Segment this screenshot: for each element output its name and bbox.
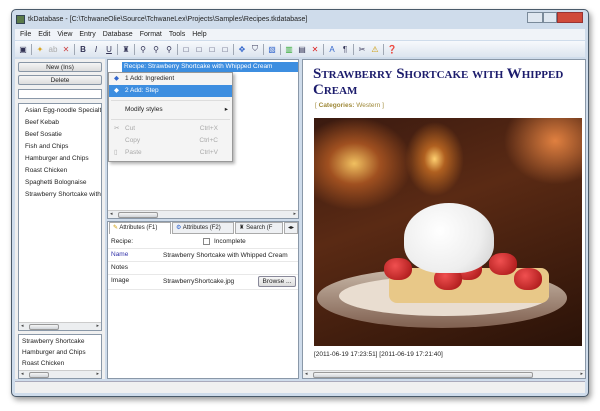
menu-help[interactable]: Help — [192, 31, 206, 38]
view1-icon[interactable]: □ — [181, 44, 191, 54]
list-item[interactable]: Strawberry Shortcake — [19, 336, 101, 347]
help-icon[interactable]: ❓ — [387, 44, 397, 54]
tools-icon[interactable]: ✂ — [357, 44, 367, 54]
menu-item-copy[interactable]: Copy Ctrl+C — [109, 135, 232, 147]
title-bar: tkDatabase - [C:\TchwaneOlie\Source\Tchw… — [12, 10, 588, 28]
close-button[interactable] — [557, 12, 583, 23]
list-item[interactable]: Fish and Chips — [19, 141, 101, 153]
export-icon[interactable]: ▤ — [297, 44, 307, 54]
image-field[interactable]: StrawberryShortcake.jpg — [163, 278, 234, 285]
tab-attributes-f1[interactable]: ✎ Attributes (F1) — [109, 222, 171, 234]
find-prev-icon[interactable]: ⚲ — [164, 44, 174, 54]
context-menu: ◆ 1 Add: Ingredient ◆ 2 Add: Step Modify s… — [108, 72, 233, 162]
recipe-title: Strawberry Shortcake with Whipped Cream — [313, 66, 564, 98]
chart-icon[interactable]: ▥ — [284, 44, 294, 54]
name-field[interactable]: Strawberry Shortcake with Whipped Cream — [163, 252, 288, 259]
browse-button[interactable]: Browse ... — [258, 276, 296, 287]
attr-row-notes: Notes — [108, 262, 298, 275]
toolbar: ▣ ✦ ab ✕ B I U ♜ ⚲ ⚲ ⚲ □ □ □ □ ✥ ⛉ ▧ ▥ ▤… — [15, 41, 585, 57]
new-entry-button[interactable]: New (Ins) — [18, 62, 102, 72]
tree-node-recipe[interactable]: Recipe: Strawberry Shortcake with Whippe… — [122, 62, 298, 72]
entry-panel: New (Ins) Delete Asian Egg-noodle Specia… — [15, 59, 105, 379]
history-list: Strawberry Shortcake Hamburger and Chips… — [18, 334, 102, 379]
filter-input[interactable] — [18, 89, 102, 99]
find-icon[interactable]: ⚲ — [138, 44, 148, 54]
menu-tools[interactable]: Tools — [169, 31, 185, 38]
menu-item-paste[interactable]: ▯ Paste Ctrl+V — [109, 147, 232, 159]
new-entry-icon[interactable]: ✦ — [35, 44, 45, 54]
font-icon[interactable]: A — [327, 44, 337, 54]
remove-icon[interactable]: ✕ — [310, 44, 320, 54]
tree-scrollbar[interactable]: ◂ ▸ — [108, 210, 298, 218]
incomplete-label: Incomplete — [214, 238, 246, 245]
list-item[interactable]: Beef Sosatie — [19, 129, 101, 141]
minimize-button[interactable] — [527, 12, 543, 23]
categories-line: [ Categories: Western ] — [315, 102, 384, 109]
history-scrollbar[interactable]: ◂ ▸ — [19, 370, 101, 378]
attr-row-recipe: Recipe: Incomplete — [108, 236, 298, 249]
list-item[interactable]: Spaghetti Bolognaise — [19, 177, 101, 189]
menu-view[interactable]: View — [57, 31, 72, 38]
timestamps: [2011-06-19 17:23:51] [2011-06-19 17:21:… — [314, 351, 443, 358]
attr-row-name: Name Strawberry Shortcake with Whipped C… — [108, 249, 298, 262]
view3-icon[interactable]: □ — [207, 44, 217, 54]
status-bar — [15, 381, 585, 393]
maximize-button[interactable] — [543, 12, 557, 23]
image-icon[interactable]: ▧ — [267, 44, 277, 54]
find-next-icon[interactable]: ⚲ — [151, 44, 161, 54]
app-window: tkDatabase - [C:\TchwaneOlie\Source\Tchw… — [11, 9, 589, 397]
menu-entry[interactable]: Entry — [79, 31, 95, 38]
paste-icon: ▯ — [114, 149, 118, 156]
list-item[interactable]: Hamburger and Chips — [19, 153, 101, 165]
window-title: tkDatabase - [C:\TchwaneOlie\Source\Tchw… — [28, 15, 308, 23]
filter-icon[interactable]: ⛉ — [250, 44, 260, 54]
paragraph-icon[interactable]: ¶ — [340, 44, 350, 54]
italic-icon[interactable]: I — [91, 44, 101, 54]
menu-format[interactable]: Format — [140, 31, 162, 38]
attributes-panel: ✎ Attributes (F1) ⚙ Attributes (F2) ♜ Se… — [107, 221, 299, 379]
category-link[interactable]: Western — [356, 102, 380, 109]
preview-pane: Strawberry Shortcake with Whipped Cream … — [302, 59, 586, 379]
menu-database[interactable]: Database — [103, 31, 133, 38]
preview-scrollbar[interactable]: ◂ ▸ — [303, 370, 585, 378]
delete-entry-icon[interactable]: ✕ — [61, 44, 71, 54]
list-item[interactable]: Roast Chicken — [19, 165, 101, 177]
list-item[interactable]: Asian Egg-noodle Specialty — [19, 105, 101, 117]
list-item[interactable]: Strawberry Shortcake with Whipped Cream — [19, 189, 101, 201]
underline-icon[interactable]: U — [104, 44, 114, 54]
menu-edit[interactable]: Edit — [38, 31, 50, 38]
menu-bar: File Edit View Entry Database Format Too… — [15, 29, 585, 40]
view4-icon[interactable]: □ — [220, 44, 230, 54]
incomplete-checkbox[interactable] — [203, 238, 210, 245]
view2-icon[interactable]: □ — [194, 44, 204, 54]
menu-file[interactable]: File — [20, 31, 31, 38]
list-item[interactable]: Beef Kebab — [19, 117, 101, 129]
delete-button[interactable]: Delete — [18, 75, 102, 85]
warning-icon[interactable]: ⚠ — [370, 44, 380, 54]
list-item[interactable]: Roast Chicken — [19, 358, 101, 369]
stamp-icon[interactable]: ♜ — [121, 44, 131, 54]
list-item[interactable]: Hamburger and Chips — [19, 347, 101, 358]
entry-list: Asian Egg-noodle Specialty Beef Kebab Be… — [18, 103, 102, 331]
save-icon[interactable]: ▣ — [18, 44, 28, 54]
rename-icon[interactable]: ab — [48, 44, 58, 54]
bold-icon[interactable]: B — [78, 44, 88, 54]
menu-item-cut[interactable]: ✂ Cut Ctrl+X — [109, 123, 232, 135]
cut-icon: ✂ — [114, 125, 120, 132]
app-icon — [16, 14, 25, 24]
menu-item-modify-styles[interactable]: Modify styles ▸ — [109, 104, 232, 116]
menu-item-add-step[interactable]: ◆ 2 Add: Step — [109, 85, 232, 97]
tab-search[interactable]: ♜ Search (F — [235, 222, 283, 234]
menu-item-add-ingredient[interactable]: ◆ 1 Add: Ingredient — [109, 73, 232, 85]
tab-scroll-arrows[interactable]: ◂▸ — [284, 222, 298, 234]
tab-attributes-f2[interactable]: ⚙ Attributes (F2) — [172, 222, 234, 234]
entry-list-scrollbar[interactable]: ◂ ▸ — [19, 322, 101, 330]
recipe-photo — [314, 118, 582, 346]
attr-row-image: Image StrawberryShortcake.jpg Browse ... — [108, 275, 298, 290]
navigate-icon[interactable]: ✥ — [237, 44, 247, 54]
